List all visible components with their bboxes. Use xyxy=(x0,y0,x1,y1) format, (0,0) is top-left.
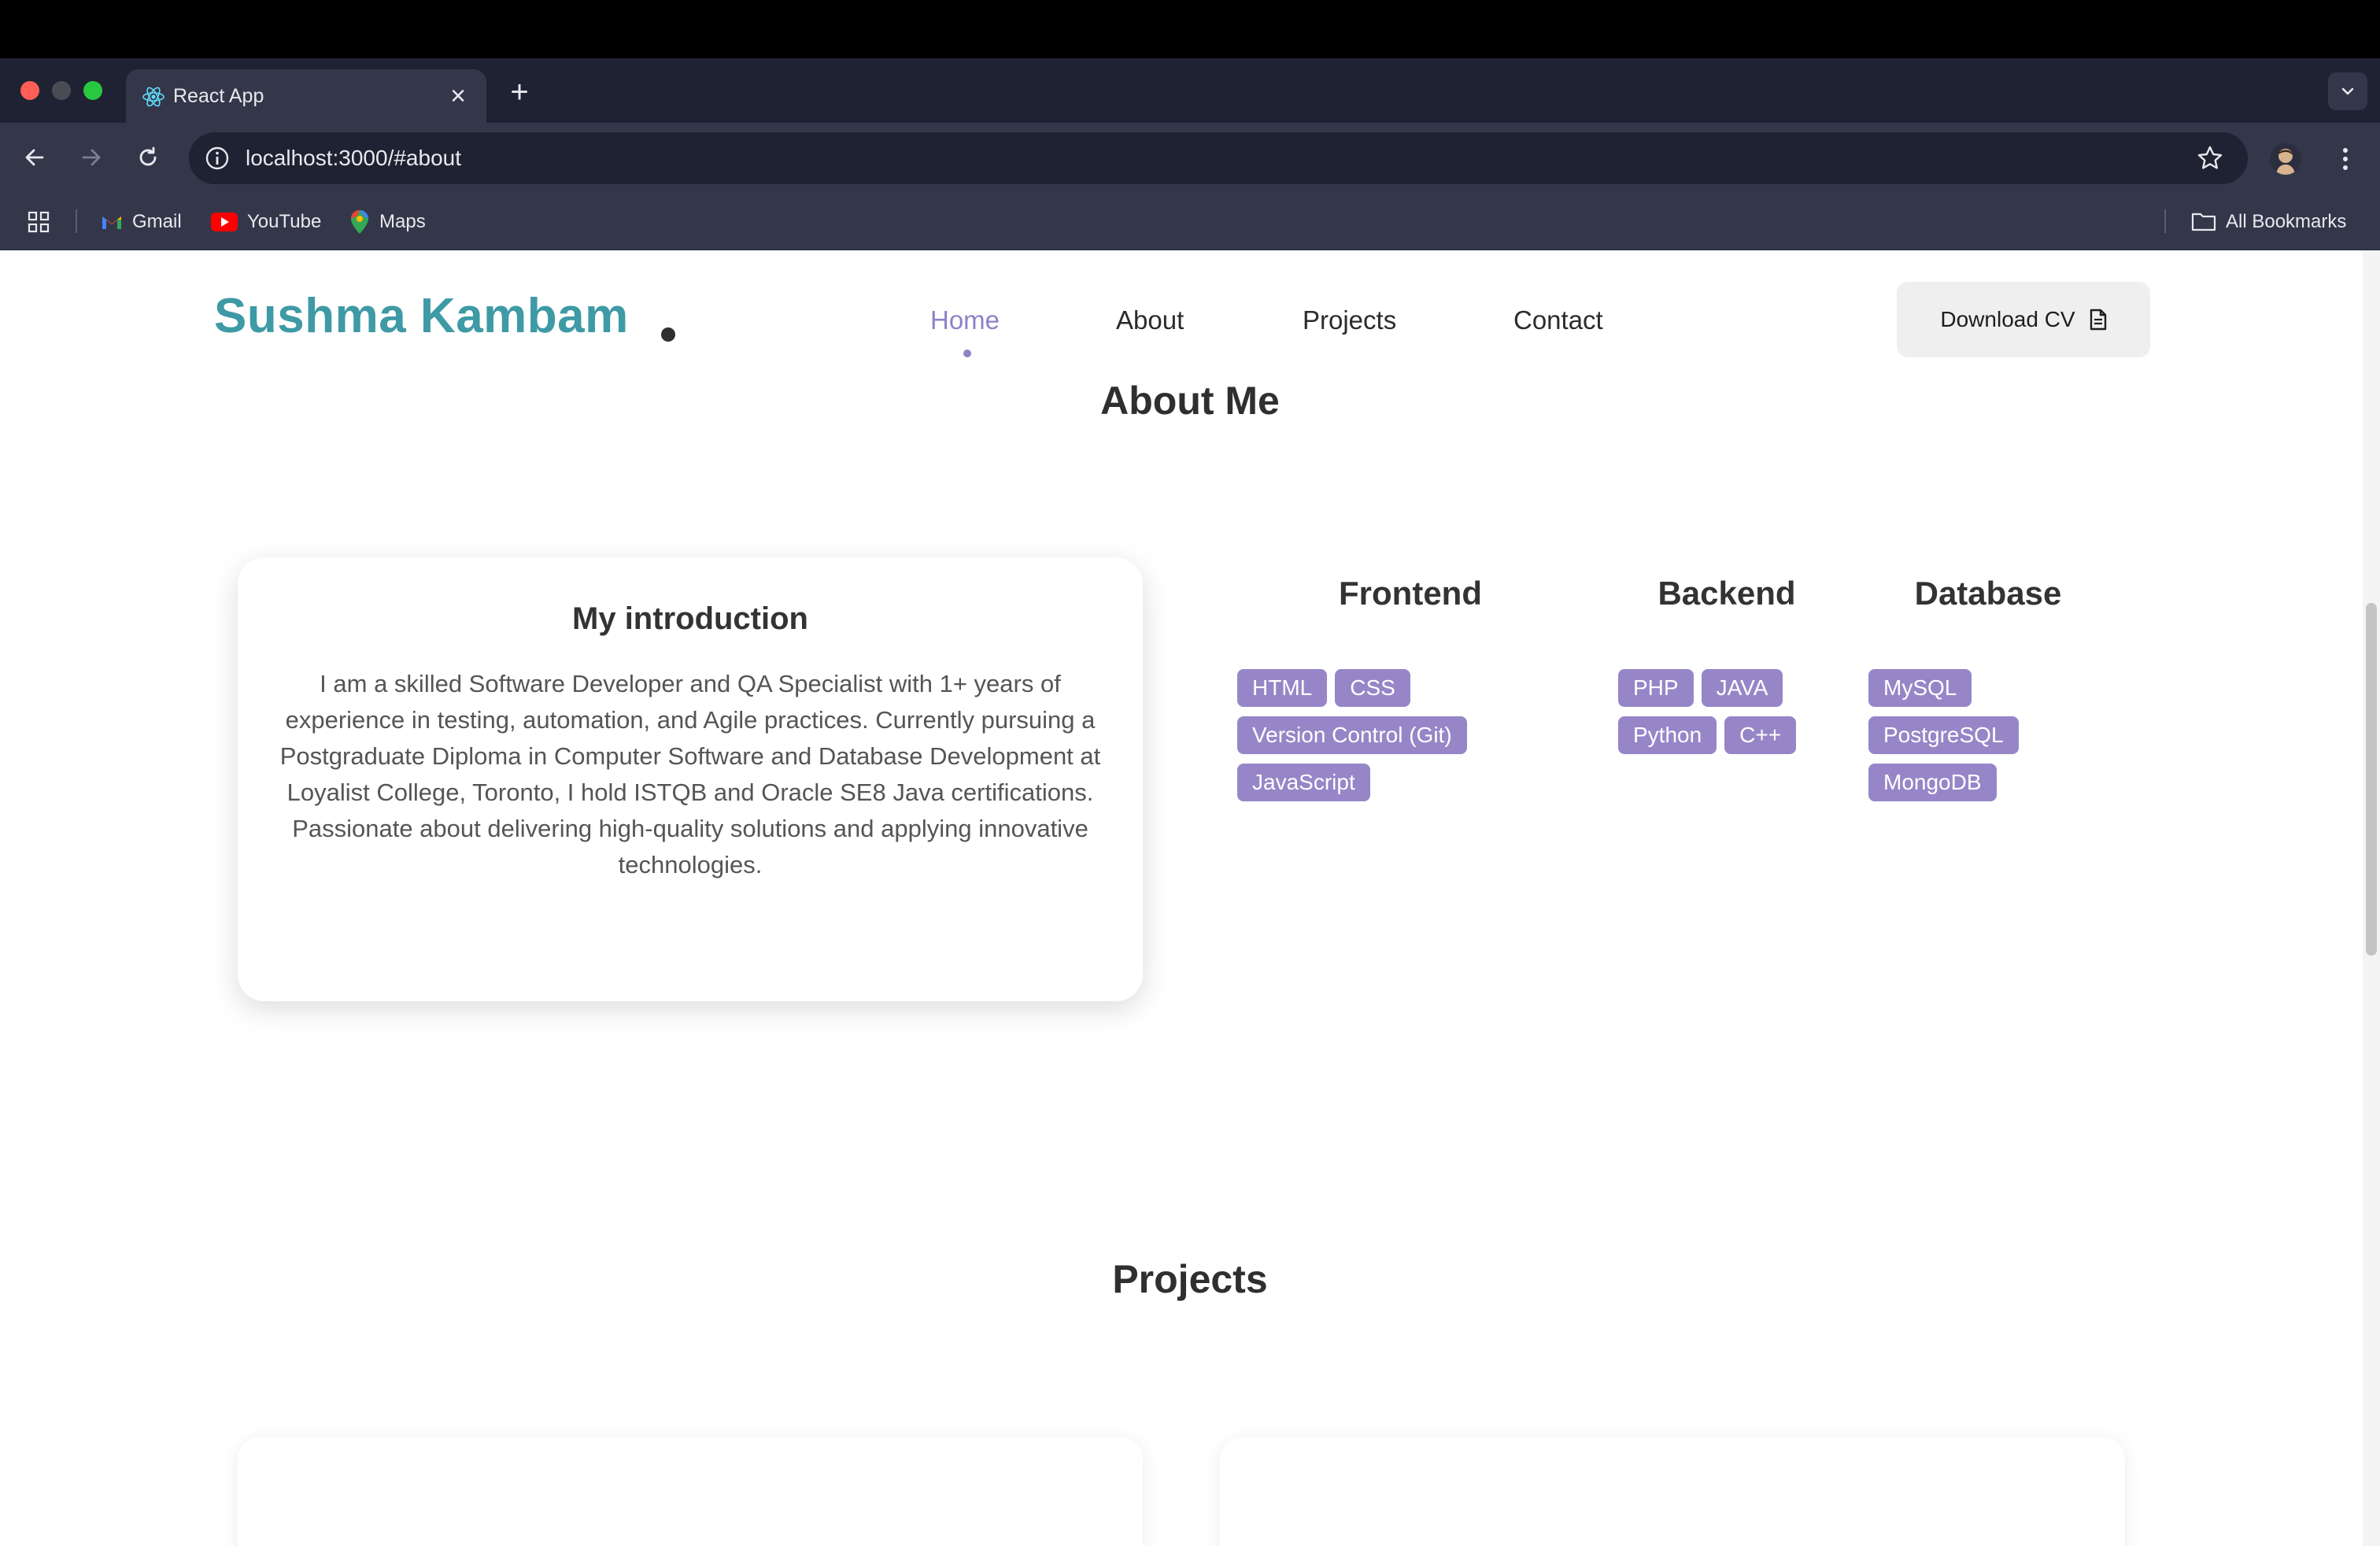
skill-tag: PHP xyxy=(1618,669,1694,707)
bookmark-separator xyxy=(2164,209,2166,233)
arrow-left-icon xyxy=(25,149,44,166)
skills-backend-title: Backend xyxy=(1658,575,1796,612)
react-icon xyxy=(142,87,164,107)
skills-frontend-title: Frontend xyxy=(1339,575,1482,612)
avatar-icon xyxy=(2276,149,2295,175)
gmail-icon xyxy=(102,216,121,229)
page-scrollbar[interactable] xyxy=(2363,250,2380,1546)
forward-button[interactable] xyxy=(72,139,110,176)
web-page: Sushma Kambam Home About Projects Contac… xyxy=(0,250,2380,1546)
frontend-tags: HTML CSS Version Control (Git) JavaScrip… xyxy=(1237,669,1536,801)
profile-avatar[interactable] xyxy=(2270,143,2301,175)
reload-icon xyxy=(139,146,157,166)
document-icon xyxy=(2090,309,2106,331)
skill-tag: MongoDB xyxy=(1868,764,1997,801)
bookmark-label: Maps xyxy=(379,211,426,232)
skill-tag: Python xyxy=(1618,716,1717,754)
apps-button[interactable] xyxy=(27,206,60,238)
back-button[interactable] xyxy=(16,139,54,176)
bookmark-youtube[interactable]: YouTube xyxy=(211,206,321,238)
scrollbar-thumb[interactable] xyxy=(2366,603,2377,956)
intro-text: I am a skilled Software Developer and QA… xyxy=(279,670,1101,878)
database-tags: MySQL PostgreSQL MongoDB xyxy=(1868,669,2042,801)
reload-button[interactable] xyxy=(129,139,167,176)
maximize-window-button[interactable] xyxy=(83,81,102,100)
project-card[interactable] xyxy=(238,1437,1143,1546)
site-info-icon[interactable] xyxy=(203,144,231,172)
skill-tag: C++ xyxy=(1724,716,1797,754)
active-nav-indicator xyxy=(963,350,971,357)
intro-card: My introduction I am a skilled Software … xyxy=(238,557,1143,1001)
skills-database-title: Database xyxy=(1914,575,2062,612)
url-text[interactable]: localhost:3000/#about xyxy=(246,142,461,174)
close-tab-icon[interactable]: × xyxy=(442,80,474,112)
skill-tag: JAVA xyxy=(1701,669,1783,707)
nav-projects[interactable]: Projects xyxy=(1303,305,1396,335)
minimize-window-button[interactable] xyxy=(52,81,71,100)
skills-frontend: Frontend xyxy=(1237,575,1584,612)
site-logo[interactable]: Sushma Kambam xyxy=(214,288,629,344)
skill-tag: Version Control (Git) xyxy=(1237,716,1467,754)
about-section-title: About Me xyxy=(1100,379,1280,423)
youtube-icon xyxy=(211,213,238,231)
browser-menu-button[interactable] xyxy=(2333,143,2358,175)
skill-tag: HTML xyxy=(1237,669,1328,707)
skill-tag: CSS xyxy=(1335,669,1410,707)
backend-tags: PHP JAVA Python C++ xyxy=(1618,669,1831,754)
logo-dot xyxy=(661,327,675,342)
all-bookmarks-button[interactable]: All Bookmarks xyxy=(2191,206,2346,238)
system-menu-bar xyxy=(0,0,2380,58)
skill-tag: JavaScript xyxy=(1237,764,1370,801)
bookmark-gmail[interactable]: Gmail xyxy=(101,206,182,238)
address-bar[interactable]: localhost:3000/#about xyxy=(189,132,2248,184)
intro-title: My introduction xyxy=(572,601,808,636)
projects-section-title: Projects xyxy=(1112,1257,1268,1301)
more-vertical-icon xyxy=(2343,148,2348,170)
skill-tag: MySQL xyxy=(1868,669,1972,707)
all-bookmarks-label: All Bookmarks xyxy=(2226,211,2347,232)
tab-title: React App xyxy=(173,85,264,107)
project-card[interactable] xyxy=(1220,1437,2125,1546)
bookmark-label: YouTube xyxy=(247,211,322,232)
chevron-down-icon xyxy=(2341,87,2354,95)
download-cv-label: Download CV xyxy=(1940,307,2075,331)
arrow-right-icon xyxy=(82,149,101,166)
nav-home[interactable]: Home xyxy=(930,305,1000,335)
new-tab-button[interactable]: + xyxy=(501,74,538,112)
nav-contact[interactable]: Contact xyxy=(1513,305,1603,335)
skill-tag: PostgreSQL xyxy=(1868,716,2019,754)
close-window-button[interactable] xyxy=(20,81,39,100)
skills-backend: Backend xyxy=(1618,575,1835,612)
nav-about[interactable]: About xyxy=(1116,305,1184,335)
bookmark-star-icon[interactable] xyxy=(2196,144,2224,172)
apps-grid-icon xyxy=(28,211,50,233)
tab-search-button[interactable] xyxy=(2328,72,2367,110)
download-cv-button[interactable]: Download CV xyxy=(1897,282,2150,357)
bookmark-maps[interactable]: Maps xyxy=(349,206,426,238)
folder-icon xyxy=(2191,213,2216,231)
skills-database: Database xyxy=(1868,575,2108,612)
bookmark-label: Gmail xyxy=(132,211,182,232)
browser-tab[interactable]: React App × xyxy=(126,69,486,123)
maps-icon xyxy=(351,210,368,234)
bookmark-separator xyxy=(76,209,77,233)
